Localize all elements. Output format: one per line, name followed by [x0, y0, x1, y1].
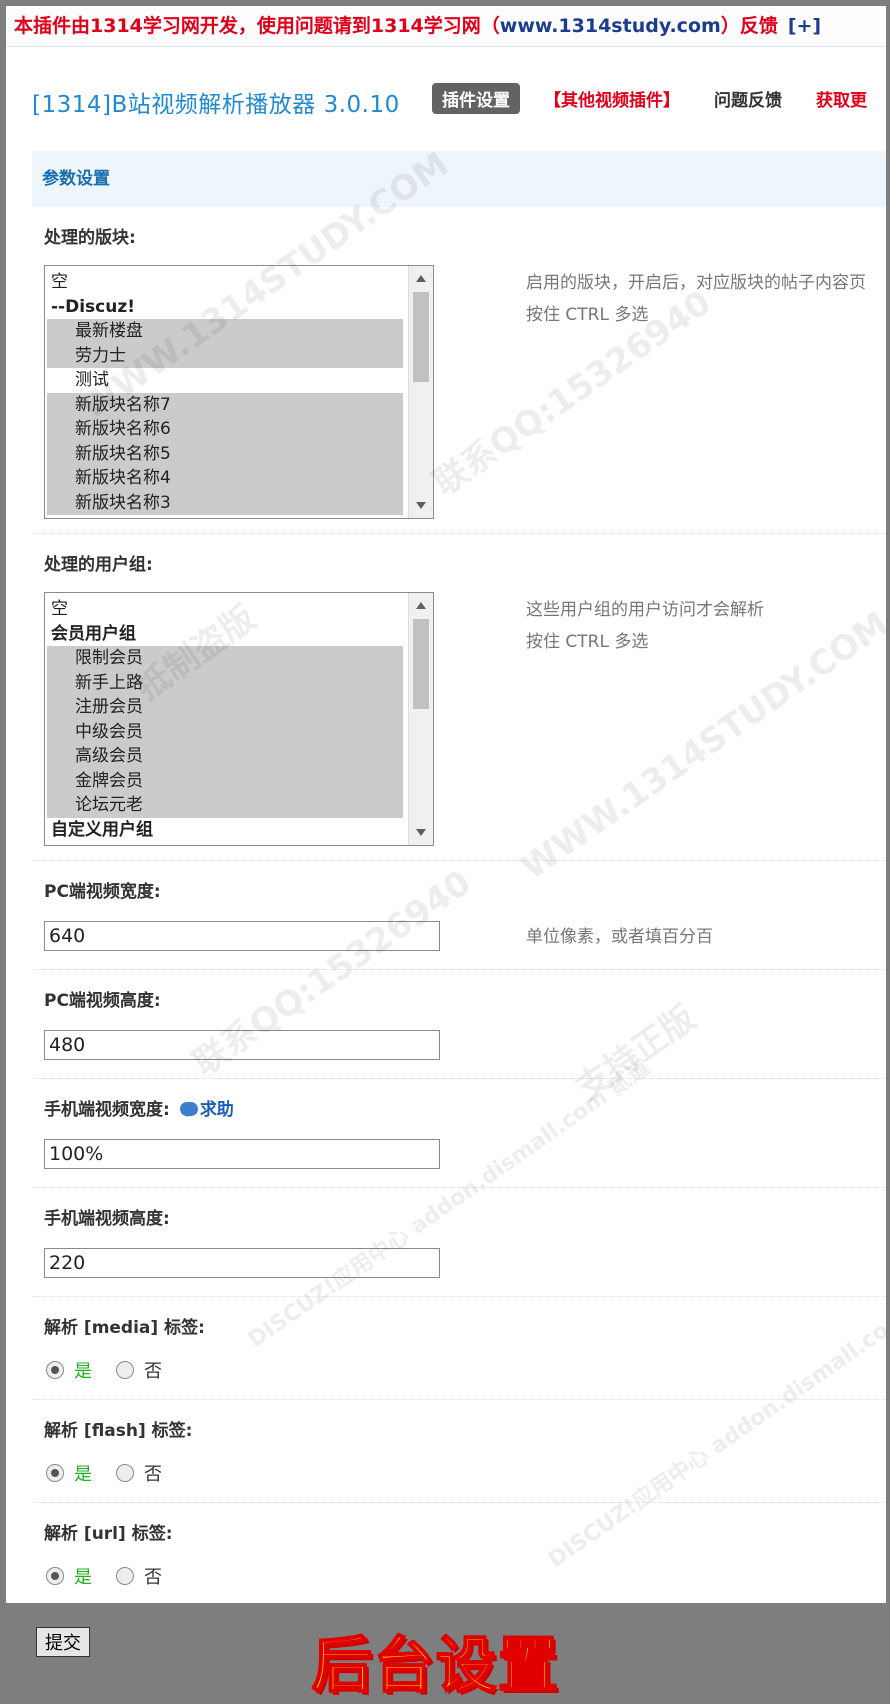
developer-notice: 本插件由1314学习网开发，使用问题请到1314学习网（www.1314stud…	[6, 6, 886, 47]
pc-width-label: PC端视频宽度:	[44, 882, 161, 902]
scroll-up-icon[interactable]	[416, 275, 426, 282]
groups-scrollbar[interactable]	[408, 593, 433, 845]
url-no-radio[interactable]	[116, 1567, 134, 1585]
scroll-down-icon[interactable]	[416, 502, 426, 509]
flash-tag-row: 解析 [flash] 标签: 是 否	[32, 1400, 886, 1503]
url-tag-row: 解析 [url] 标签: 是 否	[32, 1503, 886, 1603]
groups-tip-line1: 这些用户组的用户访问才会解析	[526, 600, 764, 620]
mobile-height-row: 手机端视频高度:	[32, 1188, 886, 1297]
groups-multiselect[interactable]: 空 会员用户组 限制会员 新手上路 注册会员 中级会员 高级会员 金牌会员 论坛…	[44, 592, 434, 846]
media-yes-radio[interactable]	[46, 1361, 64, 1379]
media-tag-row: 解析 [media] 标签: 是 否	[32, 1297, 886, 1400]
list-item[interactable]: 劳力士	[47, 343, 403, 368]
help-bubble-icon	[179, 1102, 198, 1117]
forums-scrollbar[interactable]	[408, 266, 433, 518]
forums-tip-line1: 启用的版块，开启后，对应版块的帖子内容页	[526, 273, 866, 293]
list-item[interactable]: 新版块名称4	[47, 466, 403, 491]
groups-setting-row: 处理的用户组: 这些用户组的用户访问才会解析 按住 CTRL 多选 空 会员用户…	[32, 534, 886, 861]
url-yes-label[interactable]: 是	[74, 1563, 92, 1589]
plugin-nav: 插件设置 【其他视频插件】 问题反馈 获取更	[432, 83, 886, 114]
flash-radio-group: 是 否	[32, 1446, 886, 1502]
flash-yes-radio[interactable]	[46, 1464, 64, 1482]
forums-setting-row: 处理的版块: 启用的版块，开启后，对应版块的帖子内容页 按住 CTRL 多选 空…	[32, 207, 886, 534]
help-link[interactable]: 求助	[179, 1100, 234, 1120]
media-no-label[interactable]: 否	[144, 1357, 162, 1383]
list-item[interactable]: 会员用户组	[47, 622, 403, 647]
help-link-text: 求助	[199, 1100, 234, 1120]
list-item[interactable]: 新手上路	[47, 670, 403, 695]
list-item[interactable]: 新版块名称7	[47, 392, 403, 417]
media-yes-label[interactable]: 是	[74, 1357, 92, 1383]
groups-options: 空 会员用户组 限制会员 新手上路 注册会员 中级会员 高级会员 金牌会员 论坛…	[47, 597, 403, 842]
pc-height-row: PC端视频高度:	[32, 970, 886, 1079]
mobile-height-label: 手机端视频高度:	[44, 1209, 170, 1229]
tab-get-more[interactable]: 获取更	[806, 83, 877, 114]
flash-no-label[interactable]: 否	[144, 1460, 162, 1486]
list-item[interactable]: 最新楼盘	[47, 319, 403, 344]
submit-button[interactable]: 提交	[36, 1627, 90, 1657]
flash-yes-label[interactable]: 是	[74, 1460, 92, 1486]
scroll-up-icon[interactable]	[416, 602, 426, 609]
pc-height-label: PC端视频高度:	[44, 991, 161, 1011]
pc-width-input[interactable]	[44, 921, 440, 951]
section-title: 参数设置	[32, 151, 886, 207]
tab-other-video-plugins[interactable]: 【其他视频插件】	[534, 83, 690, 114]
list-item[interactable]: 新版块名称6	[47, 417, 403, 442]
scroll-thumb[interactable]	[413, 619, 429, 709]
footer-bar: 提交 后台设置	[0, 1603, 890, 1702]
groups-label: 处理的用户组:	[44, 555, 153, 575]
tab-feedback[interactable]: 问题反馈	[704, 83, 792, 114]
flash-no-radio[interactable]	[116, 1464, 134, 1482]
app-title: [1314]B站视频解析播放器 3.0.10	[32, 92, 400, 118]
flash-tag-label: 解析 [flash] 标签:	[44, 1421, 193, 1441]
overlay-caption: 后台设置	[311, 1630, 560, 1702]
plugin-settings-frame: 本插件由1314学习网开发，使用问题请到1314学习网（www.1314stud…	[6, 6, 886, 1603]
tab-plugin-settings[interactable]: 插件设置	[432, 83, 520, 114]
list-item[interactable]: 注册会员	[47, 695, 403, 720]
url-tag-label: 解析 [url] 标签:	[44, 1524, 173, 1544]
forums-tip-line2: 按住 CTRL 多选	[526, 305, 649, 325]
url-yes-radio[interactable]	[46, 1567, 64, 1585]
list-item[interactable]: --Discuz!	[47, 295, 403, 320]
scroll-down-icon[interactable]	[416, 829, 426, 836]
list-item[interactable]: 高级会员	[47, 744, 403, 769]
mobile-height-input[interactable]	[44, 1248, 440, 1278]
list-item[interactable]: 新版块名称3	[47, 490, 403, 515]
list-item[interactable]: 新版块名称5	[47, 441, 403, 466]
list-item[interactable]: 空	[47, 597, 403, 622]
forums-tip: 启用的版块，开启后，对应版块的帖子内容页 按住 CTRL 多选	[526, 267, 866, 331]
media-radio-group: 是 否	[32, 1343, 886, 1399]
notice-text-after: ）反馈	[720, 15, 778, 37]
mobile-width-label: 手机端视频宽度:	[44, 1100, 170, 1120]
notice-text-before: 本插件由1314学习网开发，使用问题请到1314学习网（	[14, 15, 500, 37]
list-item[interactable]: 空	[47, 270, 403, 295]
media-tag-label: 解析 [media] 标签:	[44, 1318, 205, 1338]
list-item[interactable]: 金牌会员	[47, 768, 403, 793]
scroll-thumb[interactable]	[413, 292, 429, 382]
list-item[interactable]: 限制会员	[47, 646, 403, 671]
pc-height-input[interactable]	[44, 1030, 440, 1060]
plugin-header: [1314]B站视频解析播放器 3.0.10 插件设置 【其他视频插件】 问题反…	[6, 47, 886, 151]
url-radio-group: 是 否	[32, 1549, 886, 1603]
pc-width-tip: 单位像素，或者填百分百	[526, 927, 713, 947]
forums-multiselect[interactable]: 空 --Discuz! 最新楼盘 劳力士 测试 新版块名称7 新版块名称6 新版…	[44, 265, 434, 519]
mobile-width-row: 手机端视频宽度: 求助	[32, 1079, 886, 1188]
forums-label: 处理的版块:	[44, 228, 136, 248]
url-no-label[interactable]: 否	[144, 1563, 162, 1589]
media-no-radio[interactable]	[116, 1361, 134, 1379]
mobile-width-label-wrap: 手机端视频宽度: 求助	[32, 1079, 886, 1125]
forums-options: 空 --Discuz! 最新楼盘 劳力士 测试 新版块名称7 新版块名称6 新版…	[47, 270, 403, 515]
list-item[interactable]: 中级会员	[47, 719, 403, 744]
notice-url-link[interactable]: www.1314study.com	[500, 15, 721, 37]
groups-tip-line2: 按住 CTRL 多选	[526, 632, 649, 652]
list-item[interactable]: 自定义用户组	[47, 818, 403, 843]
list-item[interactable]: 论坛元老	[47, 793, 403, 818]
pc-width-row: PC端视频宽度: 单位像素，或者填百分百	[32, 861, 886, 970]
expand-notice-button[interactable]: [+]	[788, 15, 821, 37]
groups-tip: 这些用户组的用户访问才会解析 按住 CTRL 多选	[526, 594, 764, 658]
list-item[interactable]: 测试	[47, 368, 403, 393]
mobile-width-input[interactable]	[44, 1139, 440, 1169]
